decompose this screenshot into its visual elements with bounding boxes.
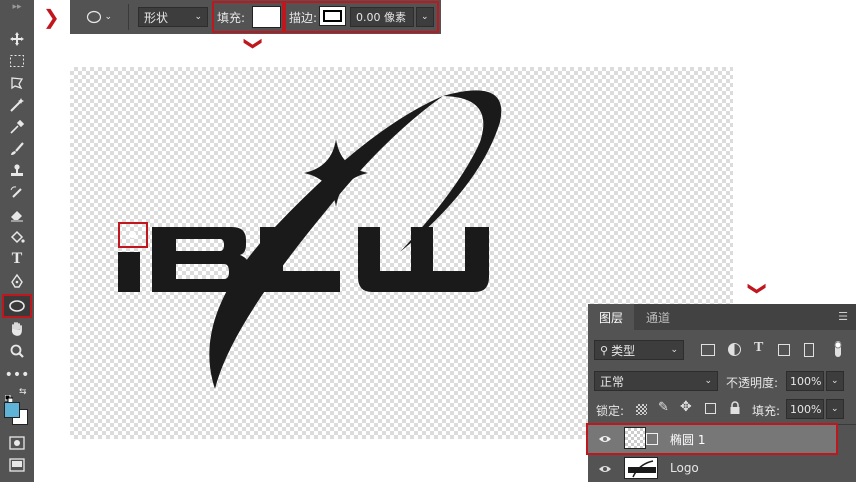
pen-tool-icon[interactable] — [4, 270, 30, 292]
tab-channels[interactable]: 通道 — [638, 304, 678, 330]
visibility-eye-icon[interactable] — [598, 463, 612, 477]
magic-wand-tool-icon[interactable] — [4, 94, 30, 116]
options-bar: ⌄ 形状 ⌄ 填充: 描边: 0.00 像素 ⌄ — [70, 0, 441, 34]
type-tool-icon[interactable]: T — [4, 248, 30, 270]
layer-fill-label: 填充: — [752, 404, 781, 418]
layer-row[interactable]: Logo — [588, 455, 856, 482]
quick-mask-icon[interactable] — [4, 432, 30, 454]
eraser-tool-icon[interactable] — [4, 204, 30, 226]
chevron-down-icon: ⌄ — [831, 404, 839, 414]
default-colors-icon[interactable] — [4, 388, 14, 404]
panel-menu-icon[interactable]: ☰ — [838, 311, 848, 322]
history-brush-tool-icon[interactable] — [4, 182, 30, 204]
move-tool-icon[interactable] — [4, 28, 30, 50]
more-tools-icon[interactable]: ••• — [4, 364, 30, 386]
fill-color-swatch[interactable] — [252, 6, 281, 28]
selected-layer-highlight-box — [586, 423, 838, 455]
tab-channels-label: 通道 — [645, 310, 670, 325]
lock-pixels-icon[interactable]: ✎ — [658, 400, 669, 415]
stamp-tool-icon[interactable] — [4, 160, 30, 182]
opacity-label: 不透明度: — [726, 376, 779, 390]
chevron-down-icon: ⌄ — [104, 12, 112, 22]
stroke-width-input[interactable]: 0.00 像素 — [350, 7, 414, 27]
lock-all-icon[interactable] — [729, 401, 741, 418]
layer-fill-input[interactable]: 100% — [786, 399, 824, 419]
filter-smart-object-icon[interactable] — [804, 343, 814, 357]
chevron-down-icon: ⌄ — [194, 12, 202, 22]
marquee-tool-icon[interactable] — [4, 50, 30, 72]
mode-select-value: 形状 — [144, 10, 169, 25]
tool-preset-picker[interactable]: ⌄ — [86, 9, 112, 25]
layer-filter-select[interactable]: ⚲ 类型 ⌄ — [594, 340, 684, 360]
filter-toggle-icon[interactable] — [832, 339, 844, 359]
stroke-width-value: 0.00 像素 — [356, 11, 406, 24]
zoom-tool-icon[interactable] — [4, 340, 30, 362]
divider — [128, 4, 129, 30]
stroke-color-swatch[interactable] — [319, 6, 346, 26]
paint-bucket-tool-icon[interactable] — [4, 226, 30, 248]
layer-name: Logo — [670, 461, 699, 475]
eyedropper-tool-icon[interactable] — [4, 116, 30, 138]
stroke-width-dropdown[interactable]: ⌄ — [416, 7, 434, 27]
stroke-label: 描边: — [289, 11, 318, 25]
blend-mode-value: 正常 — [600, 374, 625, 389]
layer-fill-value: 100% — [790, 402, 822, 416]
search-icon: ⚲ — [600, 343, 609, 357]
fill-label: 填充: — [217, 11, 246, 25]
tools-panel: ▸▸ T ••• ⇆ — [0, 0, 34, 482]
ellipse-shape[interactable] — [129, 231, 136, 238]
opacity-input[interactable]: 100% — [786, 371, 824, 391]
lasso-tool-icon[interactable] — [4, 72, 30, 94]
swap-colors-icon[interactable]: ⇆ — [19, 387, 27, 397]
chevron-down-icon: ⌄ — [421, 12, 429, 22]
layers-panel: 图层 通道 ☰ ⚲ 类型 ⌄ T 正常 ⌄ 不透明度: 100% ⌄ 锁定: ✎… — [586, 304, 856, 482]
lock-transparency-icon[interactable] — [636, 404, 647, 415]
mode-select[interactable]: 形状 ⌄ — [138, 7, 208, 27]
lock-position-icon[interactable]: ✥ — [680, 399, 692, 415]
blend-mode-select[interactable]: 正常 ⌄ — [594, 371, 718, 391]
opacity-value: 100% — [790, 374, 822, 388]
brush-tool-icon[interactable] — [4, 138, 30, 160]
chevron-down-icon: ⌄ — [831, 376, 839, 386]
filter-type-icon[interactable]: T — [754, 340, 763, 356]
pointer-arrow-icon: ❯ — [43, 5, 60, 29]
filter-shape-icon[interactable] — [778, 344, 790, 356]
chevron-down-icon: ⌄ — [704, 376, 712, 386]
hand-tool-icon[interactable] — [4, 318, 30, 340]
down-arrow-icon: ❯ — [243, 35, 265, 52]
filter-pixel-icon[interactable] — [701, 344, 715, 356]
down-arrow-icon: ❯ — [747, 280, 769, 297]
filter-adjustment-icon[interactable] — [728, 343, 741, 356]
lock-label: 锁定: — [596, 404, 625, 418]
panel-grip-icon: ▸▸ — [12, 2, 22, 12]
lock-artboard-icon[interactable] — [705, 403, 716, 414]
opacity-dropdown[interactable]: ⌄ — [826, 371, 844, 391]
layer-filter-value: 类型 — [611, 343, 636, 358]
tab-layers-label: 图层 — [598, 310, 623, 325]
tab-layers[interactable]: 图层 — [588, 304, 634, 330]
screen-mode-icon[interactable] — [4, 454, 30, 476]
ellipse-tool-icon[interactable] — [2, 294, 32, 318]
chevron-down-icon: ⌄ — [670, 345, 678, 355]
foreground-color-swatch[interactable] — [4, 402, 20, 418]
layer-fill-dropdown[interactable]: ⌄ — [826, 399, 844, 419]
layer-thumbnail — [624, 457, 658, 479]
